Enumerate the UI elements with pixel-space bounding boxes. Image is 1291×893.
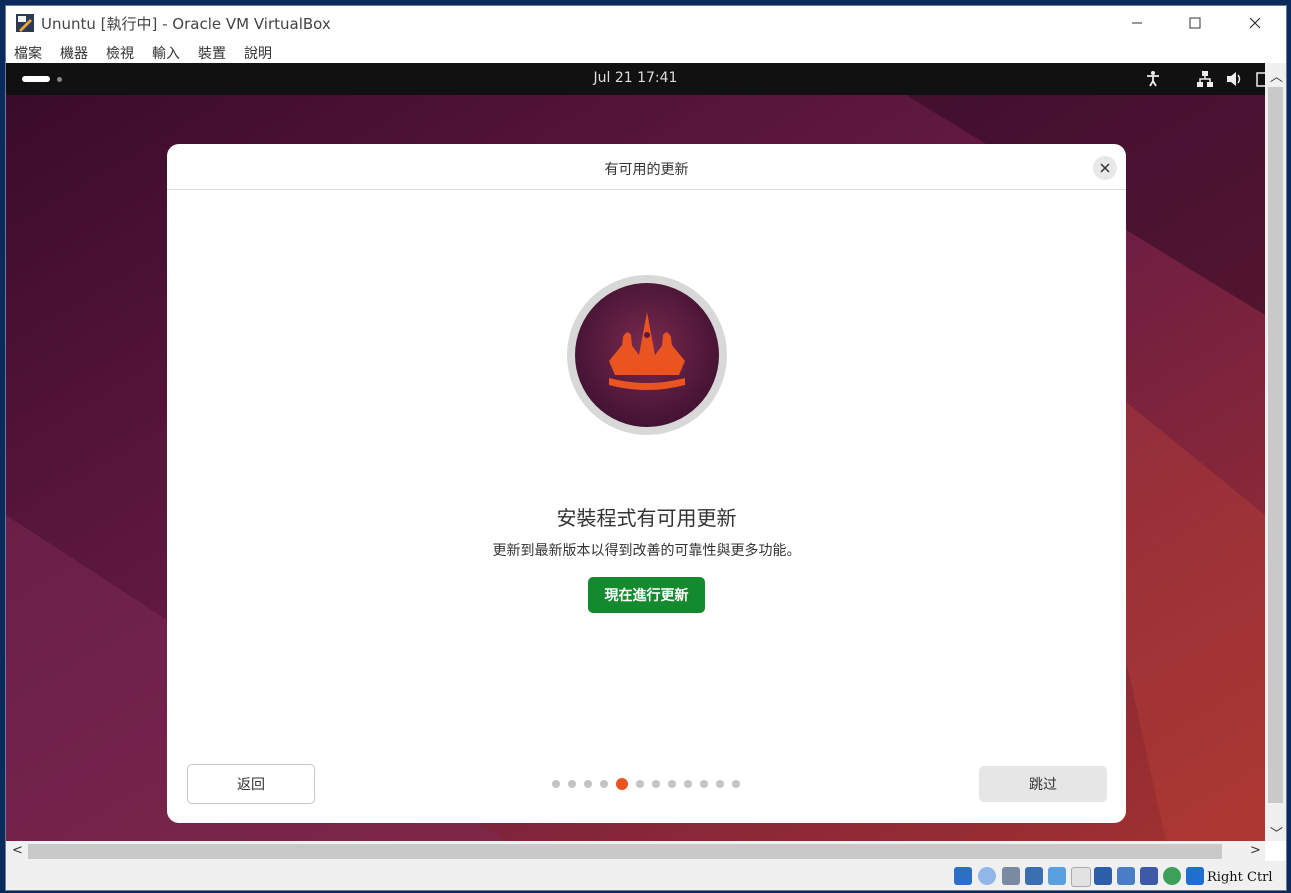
display-icon[interactable]	[1094, 867, 1112, 885]
minimize-icon	[1132, 22, 1142, 24]
network-icon[interactable]	[1196, 70, 1214, 88]
scroll-left-icon[interactable]: <	[12, 843, 23, 858]
menu-help[interactable]: 說明	[244, 43, 272, 63]
close-icon	[1249, 17, 1261, 29]
vm-display[interactable]: Jul 21 17:41 有可用的更新 安裝程式有可用更新 更新到最新版本以得到…	[6, 63, 1265, 841]
window-title: Ununtu [執行中] - Oracle VM VirtualBox	[41, 15, 331, 33]
page-dot	[600, 780, 608, 788]
shared-folders-icon[interactable]	[1071, 867, 1091, 887]
ubuntu-crown-icon	[567, 275, 727, 435]
update-now-button[interactable]: 現在進行更新	[588, 577, 705, 613]
menu-input[interactable]: 輸入	[152, 43, 180, 63]
hard-disk-icon[interactable]	[954, 867, 972, 885]
recording-icon[interactable]	[1117, 867, 1135, 885]
battery-icon[interactable]	[1253, 70, 1265, 88]
dialog-title: 有可用的更新	[604, 162, 689, 178]
host-key-label: Right Ctrl	[1207, 870, 1273, 885]
usb-icon[interactable]	[1048, 867, 1066, 885]
optical-disk-icon[interactable]	[978, 867, 996, 885]
page-dot	[552, 780, 560, 788]
mouse-integration-icon[interactable]	[1163, 867, 1181, 885]
status-bar: Right Ctrl	[6, 861, 1286, 890]
scroll-up-icon[interactable]: ︿	[1270, 66, 1283, 85]
dialog-close-button[interactable]	[1093, 156, 1117, 180]
menu-bar: 檔案 機器 檢視 輸入 裝置 說明	[6, 40, 1286, 64]
virtualization-icon[interactable]	[1140, 867, 1158, 885]
network-adapter-icon[interactable]	[1025, 867, 1043, 885]
page-dot	[700, 780, 708, 788]
menu-view[interactable]: 檢視	[106, 43, 134, 63]
page-dot	[716, 780, 724, 788]
title-bar: Ununtu [執行中] - Oracle VM VirtualBox	[6, 6, 1286, 40]
maximize-button[interactable]	[1172, 6, 1218, 40]
page-dot	[636, 780, 644, 788]
scroll-down-icon[interactable]: ﹀	[1270, 823, 1283, 842]
scroll-right-icon[interactable]: >	[1250, 843, 1261, 858]
horizontal-scrollbar[interactable]: < >	[6, 841, 1265, 861]
vertical-scroll-thumb[interactable]	[1268, 87, 1283, 803]
audio-icon[interactable]	[1002, 867, 1020, 885]
gnome-top-bar: Jul 21 17:41	[6, 63, 1265, 95]
volume-icon[interactable]	[1225, 70, 1243, 88]
menu-file[interactable]: 檔案	[14, 43, 42, 63]
page-indicator	[552, 778, 740, 790]
clock[interactable]: Jul 21 17:41	[6, 70, 1265, 86]
close-window-button[interactable]	[1232, 6, 1278, 40]
page-dot	[668, 780, 676, 788]
accessibility-icon[interactable]	[1144, 70, 1162, 88]
maximize-icon	[1189, 17, 1201, 29]
virtualbox-app-icon	[16, 14, 34, 32]
skip-button[interactable]: 跳过	[979, 766, 1107, 802]
back-button[interactable]: 返回	[187, 764, 315, 804]
keyboard-capture-icon[interactable]	[1186, 867, 1204, 885]
page-dot	[652, 780, 660, 788]
virtualbox-window: Ununtu [執行中] - Oracle VM VirtualBox 檔案 機…	[5, 5, 1287, 891]
horizontal-scroll-thumb[interactable]	[28, 844, 1222, 859]
dialog-heading: 安裝程式有可用更新	[556, 506, 737, 530]
menu-devices[interactable]: 裝置	[198, 43, 226, 63]
minimize-button[interactable]	[1114, 6, 1160, 40]
close-icon	[1100, 163, 1110, 173]
dialog-header: 有可用的更新	[167, 144, 1126, 190]
page-dot-current	[616, 778, 628, 790]
vertical-scrollbar[interactable]: ︿ ﹀	[1265, 63, 1286, 842]
dialog-subtitle: 更新到最新版本以得到改善的可靠性與更多功能。	[492, 543, 801, 559]
page-dot	[732, 780, 740, 788]
update-dialog: 有可用的更新 安裝程式有可用更新 更新到最新版本以得到改善的可靠性與更多功能。 …	[167, 144, 1126, 823]
menu-machine[interactable]: 機器	[60, 43, 88, 63]
page-dot	[568, 780, 576, 788]
page-dot	[584, 780, 592, 788]
page-dot	[684, 780, 692, 788]
